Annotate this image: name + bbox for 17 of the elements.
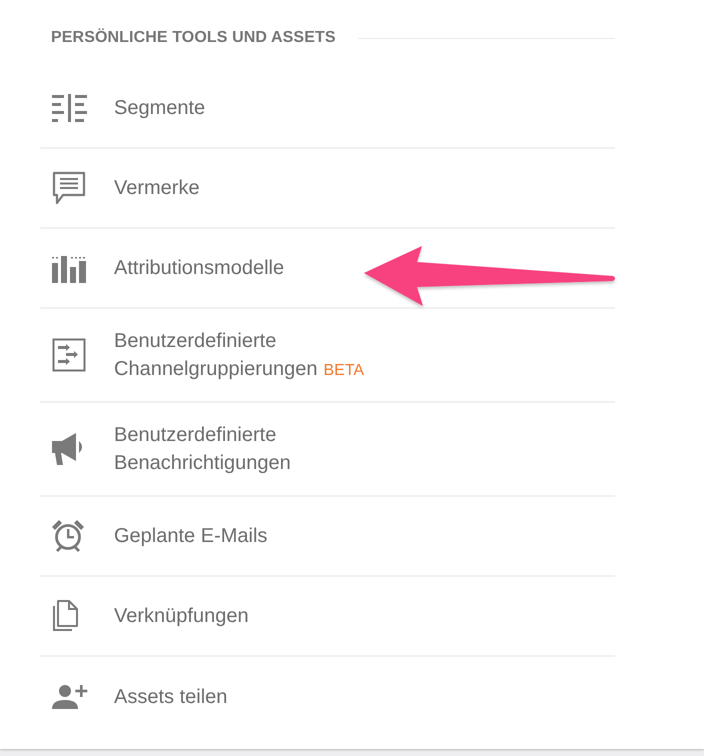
beta-label: BETA bbox=[324, 361, 364, 381]
bar-chart-icon bbox=[52, 254, 87, 282]
segments-icon bbox=[52, 94, 88, 122]
speech-bubble-icon bbox=[52, 171, 86, 205]
section-heading: PERSÖNLICHE TOOLS UND ASSETS bbox=[51, 29, 336, 47]
menu-item-label[interactable]: Assets teilen bbox=[114, 683, 228, 711]
documents-icon bbox=[52, 600, 78, 632]
menu-item-label[interactable]: Segmente bbox=[114, 94, 206, 122]
add-person-icon bbox=[52, 685, 88, 709]
arrows-box-icon bbox=[52, 338, 86, 372]
menu-item-label[interactable]: Benutzerdefinierte Channelgruppierungen bbox=[114, 327, 318, 383]
alarm-clock-icon bbox=[52, 520, 84, 552]
menu-item-label[interactable]: Vermerke bbox=[114, 174, 200, 202]
menu-item-label[interactable]: Geplante E-Mails bbox=[114, 522, 268, 550]
menu-item-label[interactable]: Verknüpfungen bbox=[114, 602, 249, 630]
menu-item-label[interactable]: Benutzerdefinierte Benachrichtigungen bbox=[114, 421, 291, 477]
menu-item-label[interactable]: Attributionsmodelle bbox=[114, 254, 284, 282]
